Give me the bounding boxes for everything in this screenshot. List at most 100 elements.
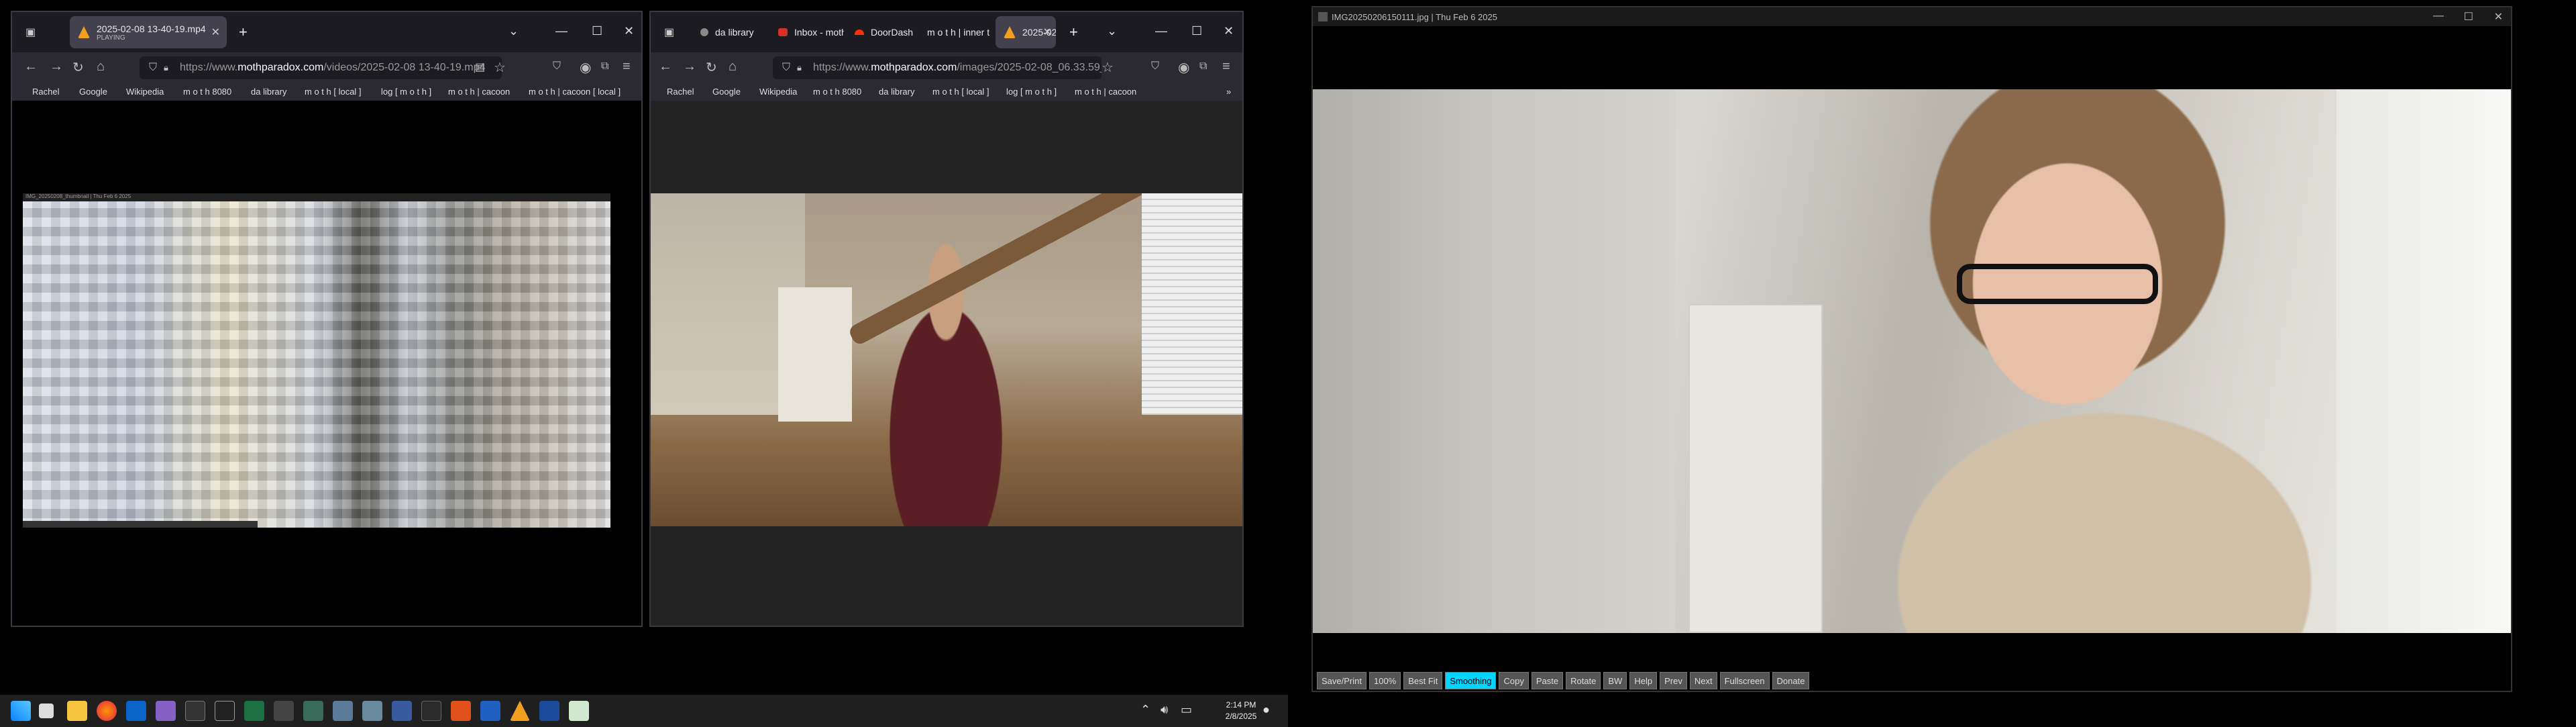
bookmark-item[interactable]: log [ m o t h ]	[1006, 87, 1057, 97]
copy-button[interactable]: Copy	[1499, 672, 1529, 689]
bookmark-item[interactable]: log [ m o t h ]	[381, 87, 431, 97]
account-icon[interactable]: ◉	[580, 59, 591, 76]
maximize-icon[interactable]: ☐	[592, 24, 602, 38]
forward-icon[interactable]: →	[683, 59, 696, 75]
url-bar[interactable]: ⛉ 🔒︎ https://www. mothparadox.com/videos/…	[140, 56, 502, 79]
file-explorer-icon[interactable]	[67, 701, 87, 721]
back-icon[interactable]: ←	[24, 59, 38, 75]
firefox-icon[interactable]	[97, 701, 117, 721]
bookmark-item[interactable]: Google	[712, 87, 741, 97]
paste-button[interactable]: Paste	[1531, 672, 1564, 689]
rotate-button[interactable]: Rotate	[1566, 672, 1601, 689]
minimize-icon[interactable]: —	[2433, 10, 2444, 22]
network-icon[interactable]: ▭	[1181, 703, 1192, 717]
donate-button[interactable]: Donate	[1772, 672, 1810, 689]
tray-overflow-icon[interactable]: ⌃	[1140, 703, 1150, 717]
bookmark-item[interactable]: Wikipedia	[126, 87, 164, 97]
video-frame[interactable]: IMG_20250208_thumbnail | Thu Feb 6 2025	[23, 193, 610, 528]
app-icon[interactable]	[392, 701, 412, 721]
close-tab-icon[interactable]: ✕	[211, 26, 220, 39]
outlook-icon[interactable]	[126, 701, 146, 721]
app-icon[interactable]	[362, 701, 382, 721]
bookmark-item[interactable]: m o t h | cacoon	[1075, 87, 1136, 97]
terminal-icon[interactable]	[215, 701, 235, 721]
app-icon[interactable]	[480, 701, 500, 721]
viewer-photo[interactable]	[1313, 89, 2511, 633]
excel-icon[interactable]	[244, 701, 264, 721]
extensions-icon[interactable]: ⧉	[601, 60, 608, 72]
reload-icon[interactable]: ↻	[706, 59, 717, 76]
new-tab-button[interactable]: +	[1061, 16, 1085, 48]
taskview-icon[interactable]	[39, 704, 54, 718]
app-icon[interactable]	[539, 701, 559, 721]
maximize-icon[interactable]: ☐	[1191, 24, 1202, 38]
home-icon[interactable]: ⌂	[97, 59, 105, 75]
help-button[interactable]: Help	[1629, 672, 1658, 689]
bw-button[interactable]: BW	[1603, 672, 1627, 689]
bookmark-item[interactable]: m o t h [ local ]	[305, 87, 362, 97]
close-window-icon[interactable]: ✕	[1224, 24, 1234, 38]
tab-list-button[interactable]: ▣	[17, 16, 44, 48]
maximize-icon[interactable]: ☐	[2464, 10, 2473, 23]
forward-icon[interactable]: →	[50, 59, 63, 75]
menu-icon[interactable]: ≡	[1222, 59, 1230, 75]
start-icon[interactable]	[11, 701, 31, 721]
tab-video[interactable]: 2025-02-08 13-40-19.mp4 PLAYING ✕	[70, 16, 227, 48]
best-fit-button[interactable]: Best Fit	[1403, 672, 1443, 689]
smoothing-button[interactable]: Smoothing	[1445, 672, 1497, 689]
bookmark-item[interactable]: Wikipedia	[759, 87, 797, 97]
app-icon[interactable]	[569, 701, 589, 721]
bookmark-item[interactable]: Google	[79, 87, 107, 97]
pocket-icon[interactable]: ⛉	[1151, 60, 1159, 72]
new-tab-button[interactable]: +	[231, 16, 258, 48]
visual-studio-icon[interactable]	[156, 701, 176, 721]
menu-icon[interactable]: ≡	[623, 59, 631, 75]
bookmark-star-icon[interactable]: ☆	[1102, 59, 1114, 76]
account-icon[interactable]: ◉	[1178, 59, 1189, 76]
minimize-icon[interactable]: —	[1155, 24, 1167, 38]
next-button[interactable]: Next	[1689, 672, 1717, 689]
tab-image[interactable]: 2025-02 ✕	[996, 16, 1056, 48]
app-icon[interactable]	[333, 701, 353, 721]
pocket-icon[interactable]: ⛉	[553, 60, 561, 72]
reader-view-icon[interactable]: ▤	[475, 60, 485, 74]
bookmark-item[interactable]: m o t h 8080	[183, 87, 231, 97]
tab-doordash[interactable]: DoorDash	[847, 16, 916, 48]
tab-moth-inner[interactable]: m o t h | inner t	[919, 16, 993, 48]
bookmark-item[interactable]: m o t h [ local ]	[932, 87, 989, 97]
prev-button[interactable]: Prev	[1660, 672, 1687, 689]
tab-overflow-icon[interactable]: ⌄	[508, 24, 519, 38]
minimize-icon[interactable]: —	[555, 24, 568, 38]
video-content-area[interactable]: IMG_20250208_thumbnail | Thu Feb 6 2025	[12, 101, 641, 626]
tab-overflow-icon[interactable]: ⌄	[1107, 24, 1117, 38]
volume-icon[interactable]: 🔊︎	[1161, 703, 1168, 717]
tab-da-library[interactable]: da library	[692, 16, 767, 48]
home-icon[interactable]: ⌂	[729, 59, 737, 75]
bookmark-item[interactable]: m o t h 8080	[813, 87, 861, 97]
video-controls-bar[interactable]	[23, 521, 258, 528]
url-bar[interactable]: ⛉ 🔒︎ https://www. mothparadox.com/images/…	[773, 56, 1102, 79]
reload-icon[interactable]: ↻	[72, 59, 84, 76]
bookmark-item[interactable]: m o t h | cacoon [ local ]	[529, 87, 621, 97]
zoom-100-button[interactable]: 100%	[1368, 672, 1401, 689]
bookmark-item[interactable]: Rachel	[32, 87, 59, 97]
close-tab-icon[interactable]: ✕	[1043, 26, 1052, 39]
extensions-icon[interactable]: ⧉	[1199, 60, 1207, 72]
save-print-button[interactable]: Save/Print	[1317, 672, 1366, 689]
bookmark-item[interactable]: da library	[879, 87, 914, 97]
close-window-icon[interactable]: ✕	[2494, 10, 2503, 23]
tab-inbox[interactable]: Inbox - moth	[770, 16, 844, 48]
bookmark-item[interactable]: da library	[251, 87, 286, 97]
app-icon[interactable]	[421, 701, 441, 721]
app-icon[interactable]	[303, 701, 323, 721]
app-icon[interactable]	[451, 701, 471, 721]
bookmark-star-icon[interactable]: ☆	[494, 59, 506, 76]
notification-bell-icon[interactable]: ●	[1263, 703, 1270, 717]
close-window-icon[interactable]: ✕	[624, 24, 634, 38]
bookmark-item[interactable]: m o t h | cacoon	[448, 87, 510, 97]
fullscreen-button[interactable]: Fullscreen	[1719, 672, 1770, 689]
bookmark-item[interactable]: Rachel	[667, 87, 694, 97]
back-icon[interactable]: ←	[659, 59, 672, 75]
bookmarks-overflow-icon[interactable]: »	[1226, 87, 1231, 97]
tab-list-button[interactable]: ▣	[656, 16, 683, 48]
